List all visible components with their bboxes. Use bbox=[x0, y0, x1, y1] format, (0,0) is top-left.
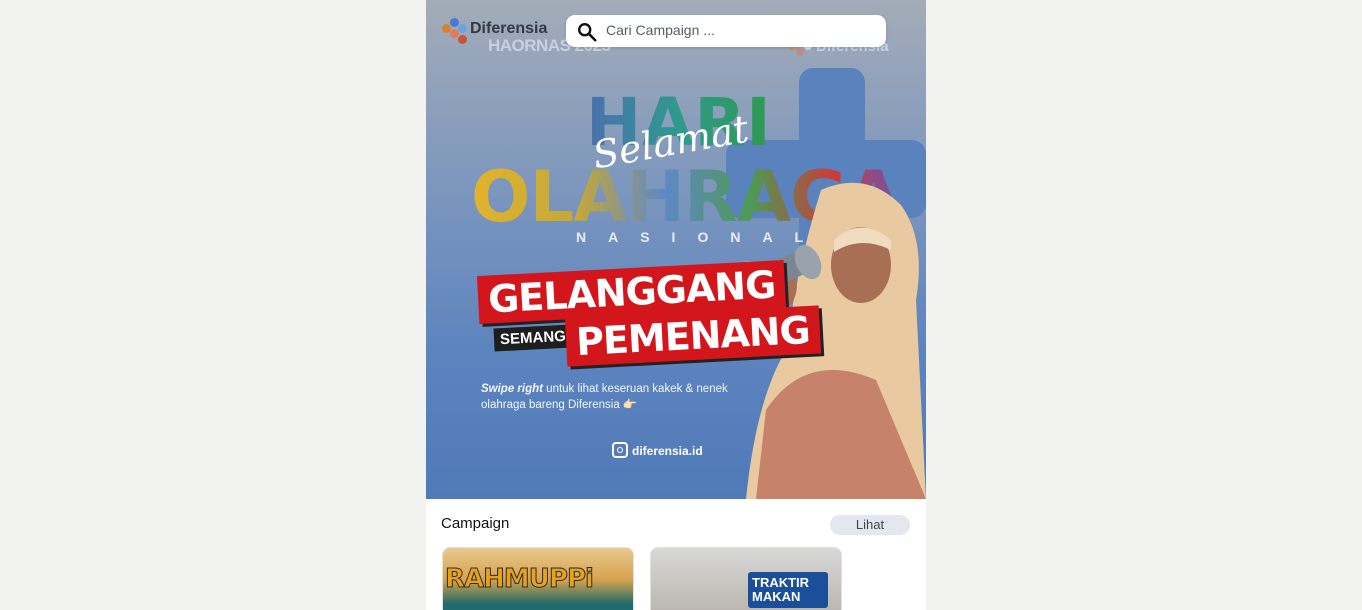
section-title: Campaign bbox=[441, 515, 510, 532]
campaign-card[interactable]: TRAKTIR MAKAN bbox=[650, 547, 842, 610]
instagram-handle: diferensia.id bbox=[612, 442, 703, 458]
instagram-icon bbox=[612, 442, 628, 458]
app-container: Diferensia HAORNAS 2023 Diferensia HARI … bbox=[426, 0, 926, 610]
swipe-bold: Swipe right bbox=[481, 383, 543, 395]
search-bar[interactable] bbox=[566, 15, 886, 47]
campaign-card-title: TRAKTIR MAKAN bbox=[748, 572, 828, 608]
search-icon[interactable] bbox=[576, 21, 598, 43]
see-all-button[interactable]: Lihat bbox=[830, 515, 910, 535]
campaign-section-header: Campaign Lihat bbox=[426, 499, 926, 539]
search-input[interactable] bbox=[604, 19, 878, 41]
instagram-text: diferensia.id bbox=[632, 444, 703, 458]
campaign-card-title: RAHMUPPi bbox=[445, 564, 595, 595]
banner-swipe-note: Swipe right untuk lihat keseruan kakek &… bbox=[481, 381, 731, 413]
hero-banner[interactable]: Diferensia HAORNAS 2023 Diferensia HARI … bbox=[426, 0, 926, 499]
campaign-card[interactable]: RAHMUPPi bbox=[442, 547, 634, 610]
logo-dots-icon bbox=[442, 16, 472, 46]
